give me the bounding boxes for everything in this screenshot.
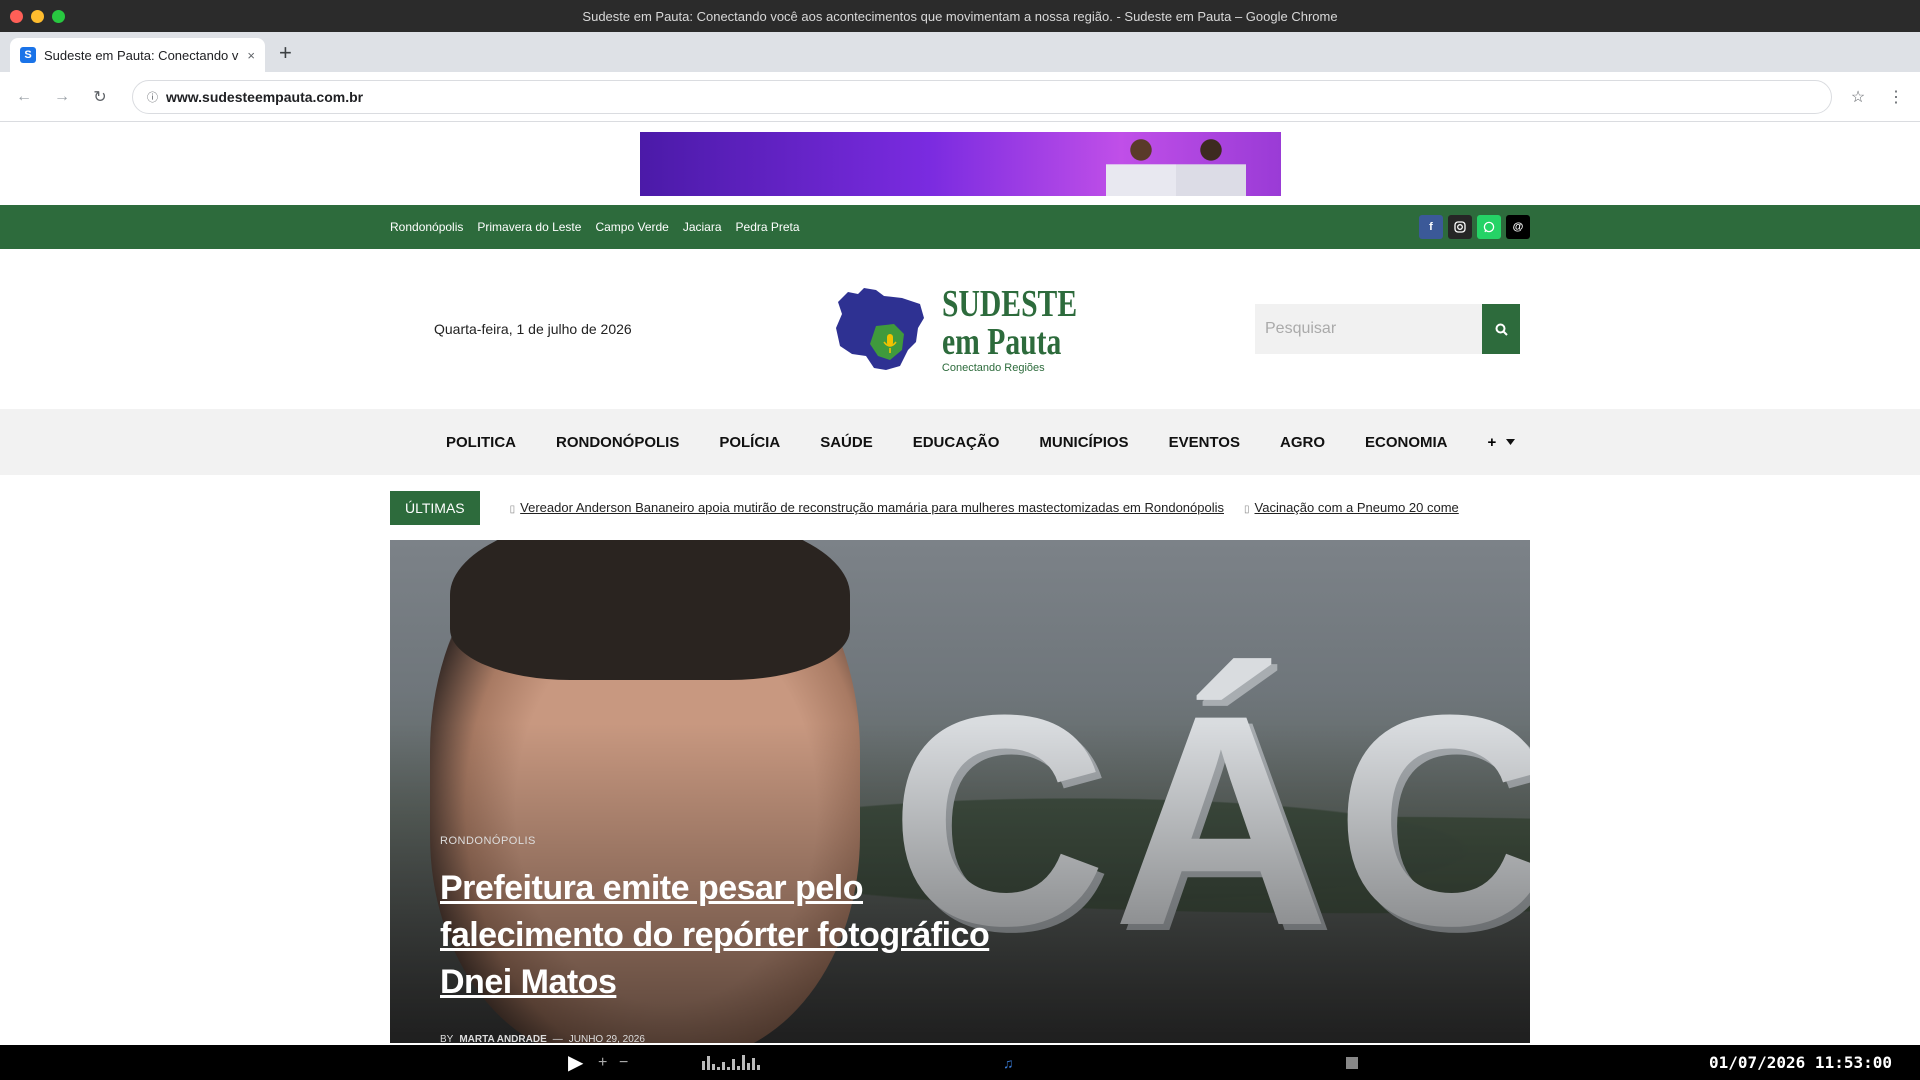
article-category[interactable]: RONDONÓPOLIS bbox=[440, 835, 1040, 847]
window-square-icon[interactable] bbox=[1346, 1056, 1358, 1069]
search-form bbox=[1255, 304, 1520, 354]
search-icon bbox=[1495, 323, 1508, 336]
bookmark-star-icon[interactable]: ☆ bbox=[1846, 87, 1870, 107]
byline-prefix: BY bbox=[440, 1034, 454, 1043]
site-info-icon[interactable]: ⓘ bbox=[147, 89, 158, 105]
search-input[interactable] bbox=[1255, 304, 1482, 354]
ad-area bbox=[0, 122, 1920, 205]
city-link-jaciara[interactable]: Jaciara bbox=[683, 220, 722, 234]
play-icon[interactable]: ▶ bbox=[568, 1050, 583, 1075]
city-link-campo-verde[interactable]: Campo Verde bbox=[595, 220, 668, 234]
nav-item-economia[interactable]: ECONOMIA bbox=[1365, 434, 1448, 451]
window-titlebar: Sudeste em Pauta: Conectando você aos ac… bbox=[0, 0, 1920, 32]
address-bar[interactable]: ⓘ www.sudesteempauta.com.br bbox=[132, 79, 1832, 114]
volume-down-icon[interactable]: − bbox=[619, 1054, 628, 1072]
ticker-link[interactable]: Vereador Anderson Bananeiro apoia mutirã… bbox=[520, 500, 1224, 515]
tab-label: Sudeste em Pauta: Conectando v… bbox=[44, 47, 240, 63]
music-note-icon[interactable]: ♫ bbox=[1003, 1055, 1014, 1071]
reload-button[interactable]: ↻ bbox=[88, 87, 112, 107]
article-author[interactable]: MARTA ANDRADE bbox=[459, 1034, 546, 1043]
hero-portrait-hair bbox=[450, 540, 850, 680]
bullet-icon: ▯ bbox=[1244, 503, 1250, 515]
hero-caption: RONDONÓPOLIS Prefeitura emite pesar pelo… bbox=[440, 835, 1040, 1043]
equalizer-icon bbox=[702, 1054, 760, 1070]
tab-close-icon[interactable]: × bbox=[247, 48, 255, 63]
new-tab-button[interactable]: + bbox=[279, 40, 292, 66]
browser-toolbar: ← → ↻ ⓘ www.sudesteempauta.com.br ☆ ⋮ bbox=[0, 72, 1920, 122]
main-navigation: POLITICA RONDONÓPOLIS POLÍCIA SAÚDE EDUC… bbox=[0, 409, 1920, 475]
nav-item-agro[interactable]: AGRO bbox=[1280, 434, 1325, 451]
city-link-pedra-preta[interactable]: Pedra Preta bbox=[736, 220, 800, 234]
window-title: Sudeste em Pauta: Conectando você aos ac… bbox=[582, 8, 1338, 24]
bullet-icon: ▯ bbox=[509, 503, 516, 515]
featured-article[interactable]: CÁCE RONDONÓPOLIS Prefeitura emite pesar… bbox=[390, 540, 1530, 1043]
ad-person-image bbox=[1175, 131, 1246, 196]
chevron-down-icon bbox=[1506, 439, 1516, 445]
ticker-items: ▯ Vereador Anderson Bananeiro apoia mutir… bbox=[510, 499, 1465, 517]
city-links: Rondonópolis Primavera do Leste Campo Ve… bbox=[390, 220, 800, 234]
article-meta: BY MARTA ANDRADE — JUNHO 29, 2026 bbox=[440, 1034, 1040, 1043]
nav-more-dropdown[interactable]: + bbox=[1487, 433, 1516, 451]
ticker-link[interactable]: Vacinação com a Pneumo 20 come bbox=[1255, 500, 1459, 515]
nav-item-rondonopolis[interactable]: RONDONÓPOLIS bbox=[556, 434, 679, 451]
site-favicon-icon: S bbox=[20, 47, 36, 63]
current-date: Quarta-feira, 1 de julho de 2026 bbox=[434, 321, 632, 337]
ticker-label: ÚLTIMAS bbox=[390, 490, 480, 525]
article-headline[interactable]: Prefeitura emite pesar pelo falecimento … bbox=[440, 865, 1040, 1006]
mato-grosso-map-icon bbox=[835, 288, 924, 370]
ticker-item: ▯ Vacinação com a Pneumo 20 come bbox=[1244, 499, 1459, 517]
volume-up-icon[interactable]: + bbox=[598, 1054, 607, 1072]
city-link-primavera-do-leste[interactable]: Primavera do Leste bbox=[477, 220, 581, 234]
nav-item-municipios[interactable]: MUNICÍPIOS bbox=[1039, 434, 1128, 451]
browser-tab[interactable]: S Sudeste em Pauta: Conectando v… × bbox=[10, 38, 265, 72]
nav-item-saude[interactable]: SAÚDE bbox=[820, 434, 873, 451]
close-window-button[interactable] bbox=[10, 9, 23, 23]
facebook-icon[interactable]: f bbox=[1419, 215, 1443, 239]
address-url[interactable]: www.sudesteempauta.com.br bbox=[166, 89, 363, 105]
social-links: f @ bbox=[1419, 215, 1530, 239]
city-link-rondonopolis[interactable]: Rondonópolis bbox=[390, 220, 463, 234]
system-clock: 01/07/2026 11:53:00 bbox=[1708, 1053, 1892, 1072]
nav-item-eventos[interactable]: EVENTOS bbox=[1169, 434, 1240, 451]
nav-more-label: + bbox=[1487, 433, 1497, 451]
tab-strip: S Sudeste em Pauta: Conectando v… × + bbox=[0, 32, 1920, 72]
logo-tagline: Conectando Regiões bbox=[941, 361, 1045, 374]
window-controls bbox=[0, 9, 65, 23]
logo-line1: SUDESTE bbox=[941, 282, 1077, 325]
top-bar: Rondonópolis Primavera do Leste Campo Ve… bbox=[0, 205, 1920, 249]
article-date: JUNHO 29, 2026 bbox=[568, 1034, 645, 1043]
whatsapp-icon[interactable] bbox=[1477, 215, 1501, 239]
meta-separator: — bbox=[552, 1034, 563, 1043]
search-button[interactable] bbox=[1482, 304, 1520, 354]
system-media-bar: ▶ + − ♫ 01/07/2026 11:53:00 bbox=[0, 1045, 1920, 1080]
back-button[interactable]: ← bbox=[12, 88, 36, 106]
minimize-window-button[interactable] bbox=[31, 9, 44, 23]
site-logo[interactable]: SUDESTE em Pauta Conectando Regiões bbox=[690, 284, 1255, 374]
ticker-item: ▯ Vereador Anderson Bananeiro apoia mutir… bbox=[510, 499, 1224, 517]
logo-line2: em Pauta bbox=[941, 320, 1062, 363]
banner-ad[interactable] bbox=[639, 131, 1281, 196]
ad-person-image bbox=[1105, 131, 1176, 196]
browser-menu-icon[interactable]: ⋮ bbox=[1884, 87, 1908, 107]
maximize-window-button[interactable] bbox=[52, 9, 65, 23]
nav-item-policia[interactable]: POLÍCIA bbox=[719, 434, 780, 451]
nav-item-politica[interactable]: POLITICA bbox=[446, 434, 516, 451]
forward-button[interactable]: → bbox=[50, 88, 74, 106]
latest-news-ticker: ÚLTIMAS ▯ Vereador Anderson Bananeiro apo… bbox=[0, 475, 1920, 540]
threads-icon[interactable]: @ bbox=[1506, 215, 1530, 239]
instagram-icon[interactable] bbox=[1448, 215, 1472, 239]
nav-item-educacao[interactable]: EDUCAÇÃO bbox=[913, 434, 1000, 451]
site-header: Quarta-feira, 1 de julho de 2026 SUDESTE… bbox=[0, 249, 1920, 409]
